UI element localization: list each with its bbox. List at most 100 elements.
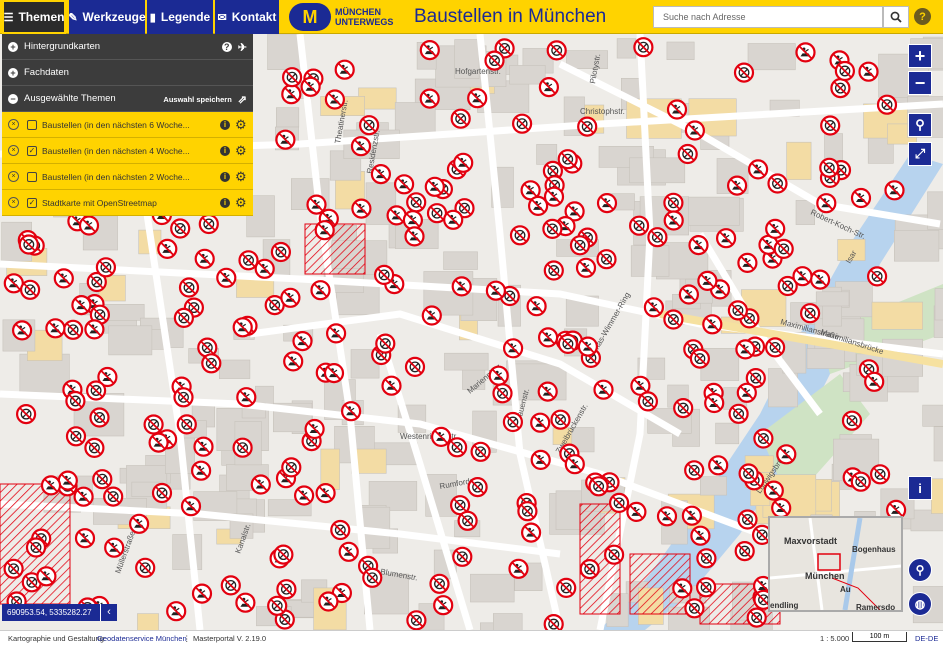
roadworks-marker[interactable]	[40, 475, 62, 496]
roadworks-marker[interactable]	[57, 470, 78, 491]
road-closure-marker[interactable]	[176, 414, 197, 435]
roadworks-marker[interactable]	[402, 210, 423, 231]
road-closure-marker[interactable]	[727, 300, 749, 321]
road-closure-marker[interactable]	[362, 567, 383, 588]
road-closure-marker[interactable]	[143, 414, 164, 435]
road-closure-marker[interactable]	[557, 333, 579, 354]
road-closure-marker[interactable]	[764, 337, 786, 358]
road-closure-marker[interactable]	[511, 113, 533, 134]
roadworks-marker[interactable]	[323, 363, 345, 384]
roadworks-marker[interactable]	[324, 89, 345, 110]
road-closure-marker[interactable]	[728, 403, 749, 424]
roadworks-marker[interactable]	[684, 120, 706, 141]
roadworks-marker[interactable]	[350, 136, 372, 157]
roadworks-marker[interactable]	[310, 280, 331, 301]
roadworks-marker[interactable]	[281, 84, 302, 105]
road-closure-marker[interactable]	[450, 108, 471, 129]
road-closure-marker[interactable]	[429, 573, 450, 594]
roadworks-marker[interactable]	[421, 305, 442, 326]
roadworks-marker[interactable]	[315, 483, 336, 504]
roadworks-marker[interactable]	[467, 88, 488, 109]
roadworks-marker[interactable]	[715, 228, 737, 249]
road-closure-marker[interactable]	[866, 266, 888, 287]
roadworks-marker[interactable]	[690, 525, 711, 546]
road-closure-marker[interactable]	[374, 264, 395, 285]
road-closure-marker[interactable]	[596, 249, 617, 270]
roadworks-marker[interactable]	[672, 578, 693, 599]
save-selection-button[interactable]: Auswahl speichern	[163, 95, 231, 104]
road-closure-marker[interactable]	[173, 307, 194, 328]
road-closure-marker[interactable]	[753, 428, 774, 449]
zoom-in-button[interactable]: +	[908, 44, 932, 68]
roadworks-marker[interactable]	[747, 159, 769, 180]
road-closure-marker[interactable]	[550, 409, 571, 430]
info-icon[interactable]: i	[220, 120, 230, 130]
roadworks-marker[interactable]	[180, 496, 202, 517]
info-button[interactable]: i	[908, 476, 932, 500]
layer-checkbox[interactable]	[27, 119, 37, 130]
roadworks-marker[interactable]	[453, 152, 474, 173]
roadworks-marker[interactable]	[326, 323, 347, 344]
roadworks-marker[interactable]	[73, 486, 94, 507]
road-closure-marker[interactable]	[25, 537, 47, 558]
roadworks-marker[interactable]	[292, 331, 313, 352]
roadworks-marker[interactable]	[564, 454, 585, 475]
roadworks-marker[interactable]	[193, 436, 214, 457]
road-closure-marker[interactable]	[588, 476, 609, 497]
roadworks-marker[interactable]	[254, 258, 275, 279]
section-ausgewaehlte-themen[interactable]: − Ausgewählte Themen Auswahl speichern ⇗	[2, 86, 253, 112]
road-closure-marker[interactable]	[579, 558, 600, 580]
roadworks-marker[interactable]	[792, 266, 813, 287]
road-closure-marker[interactable]	[876, 94, 898, 115]
road-closure-marker[interactable]	[733, 62, 755, 83]
roadworks-marker[interactable]	[451, 276, 472, 297]
ellipsis-icon[interactable]: ⋮	[183, 634, 191, 643]
roadworks-marker[interactable]	[314, 220, 335, 241]
pin-icon[interactable]: ✈	[238, 41, 247, 54]
road-closure-marker[interactable]	[841, 410, 863, 431]
roadworks-marker[interactable]	[78, 215, 100, 236]
layer-checkbox-checked[interactable]: ✓	[27, 145, 37, 156]
road-closure-marker[interactable]	[85, 380, 107, 401]
overview-toggle-button[interactable]: ◍	[908, 592, 932, 616]
roadworks-marker[interactable]	[235, 592, 256, 613]
road-closure-marker[interactable]	[238, 250, 259, 271]
road-closure-marker[interactable]	[695, 577, 717, 598]
road-closure-marker[interactable]	[820, 115, 841, 136]
road-closure-marker[interactable]	[637, 391, 659, 412]
roadworks-marker[interactable]	[394, 174, 415, 195]
road-closure-marker[interactable]	[628, 215, 650, 236]
roadworks-marker[interactable]	[678, 284, 700, 305]
road-closure-marker[interactable]	[65, 390, 86, 412]
roadworks-marker[interactable]	[502, 338, 524, 359]
credit-link[interactable]: Geodatenservice München	[97, 634, 187, 643]
roadworks-marker[interactable]	[419, 40, 440, 61]
roadworks-marker[interactable]	[433, 595, 454, 616]
roadworks-marker[interactable]	[530, 449, 551, 470]
search-button[interactable]	[883, 6, 909, 28]
roadworks-marker[interactable]	[577, 336, 599, 357]
road-closure-marker[interactable]	[151, 482, 173, 504]
gear-icon[interactable]: ⚙	[235, 195, 247, 211]
road-closure-marker[interactable]	[556, 577, 577, 599]
road-closure-marker[interactable]	[647, 227, 668, 248]
roadworks-marker[interactable]	[148, 432, 169, 453]
road-closure-marker[interactable]	[734, 540, 755, 562]
roadworks-marker[interactable]	[809, 269, 831, 290]
collapse-coordinates-button[interactable]: ‹	[100, 604, 117, 621]
roadworks-marker[interactable]	[318, 591, 339, 612]
info-icon[interactable]: i	[220, 172, 230, 182]
roadworks-marker[interactable]	[236, 387, 257, 408]
remove-layer-icon[interactable]: ×	[8, 119, 19, 130]
roadworks-marker[interactable]	[232, 317, 253, 338]
roadworks-marker[interactable]	[663, 210, 684, 231]
roadworks-marker[interactable]	[12, 320, 33, 341]
road-closure-marker[interactable]	[470, 441, 491, 462]
language-switch[interactable]: DE-DE	[915, 634, 938, 643]
road-closure-marker[interactable]	[220, 575, 241, 596]
roadworks-marker[interactable]	[526, 296, 547, 317]
roadworks-marker[interactable]	[537, 381, 558, 402]
fullscreen-button[interactable]: ⤢	[908, 142, 932, 166]
roadworks-marker[interactable]	[84, 319, 105, 340]
road-closure-marker[interactable]	[577, 116, 598, 137]
